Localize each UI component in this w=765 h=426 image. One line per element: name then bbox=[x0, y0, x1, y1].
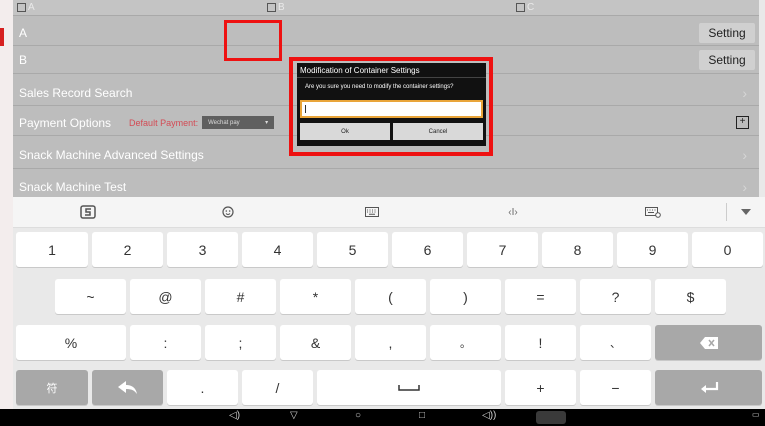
space-bar-icon bbox=[398, 384, 420, 391]
key-dollar[interactable]: $ bbox=[655, 279, 726, 314]
left-edge-strip bbox=[0, 0, 13, 426]
key-question[interactable]: ? bbox=[580, 279, 651, 314]
key-minus[interactable]: − bbox=[580, 370, 651, 405]
container-row-a: A Setting bbox=[13, 20, 759, 46]
key-at[interactable]: @ bbox=[130, 279, 201, 314]
sales-record-search-label: Sales Record Search bbox=[19, 86, 133, 100]
key-equals[interactable]: = bbox=[505, 279, 576, 314]
enter-arrow-icon bbox=[700, 381, 718, 393]
dialog-title: Modification of Container Settings bbox=[300, 66, 420, 75]
key-open-paren[interactable]: ( bbox=[355, 279, 426, 314]
dialog-divider bbox=[297, 77, 486, 78]
key-9[interactable]: 9 bbox=[617, 232, 688, 267]
volume-down-icon[interactable]: ◁) bbox=[229, 410, 240, 421]
expand-plus-icon[interactable]: + bbox=[736, 116, 749, 129]
key-3[interactable]: 3 bbox=[167, 232, 238, 267]
chevron-right-icon: › bbox=[742, 85, 747, 101]
key-asterisk[interactable]: * bbox=[280, 279, 351, 314]
screenshot-icon[interactable]: ▭ bbox=[752, 410, 760, 419]
checkbox-b-label: B bbox=[278, 2, 285, 13]
key-exclamation[interactable]: ! bbox=[505, 325, 576, 360]
undo-arrow-icon bbox=[117, 380, 137, 394]
hide-keyboard-icon[interactable] bbox=[731, 197, 761, 227]
key-0[interactable]: 0 bbox=[692, 232, 763, 267]
dialog-input-field[interactable] bbox=[300, 100, 483, 118]
key-tilde[interactable]: ~ bbox=[55, 279, 126, 314]
modify-container-dialog: Modification of Container Settings Are y… bbox=[297, 63, 486, 146]
backspace-icon bbox=[699, 336, 718, 349]
key-5[interactable]: 5 bbox=[317, 232, 388, 267]
keyboard-layout-icon[interactable] bbox=[357, 197, 387, 227]
hide-keyboard-nav-icon[interactable]: ▽ bbox=[290, 410, 298, 421]
default-payment-label: Default Payment: bbox=[129, 117, 199, 128]
keyboard-settings-icon[interactable] bbox=[638, 197, 668, 227]
text-caret bbox=[305, 105, 306, 113]
keyboard-toolbar: ‹I› bbox=[13, 197, 765, 228]
swype-logo-icon[interactable] bbox=[68, 197, 108, 227]
setting-button-b[interactable]: Setting bbox=[699, 50, 755, 70]
key-ampersand[interactable]: & bbox=[280, 325, 351, 360]
recents-icon[interactable]: □ bbox=[419, 410, 425, 421]
ok-button[interactable]: Ok bbox=[300, 123, 390, 140]
keyboard-switch-icon[interactable] bbox=[536, 411, 566, 424]
key-7[interactable]: 7 bbox=[467, 232, 538, 267]
key-2[interactable]: 2 bbox=[92, 232, 163, 267]
checkbox-b[interactable]: B bbox=[267, 2, 285, 13]
key-ideographic-period[interactable]: 。 bbox=[430, 325, 501, 360]
key-percent[interactable]: % bbox=[16, 325, 126, 360]
key-slash[interactable]: / bbox=[242, 370, 313, 405]
chevron-right-icon: › bbox=[742, 147, 747, 163]
cursor-move-icon[interactable]: ‹I› bbox=[498, 197, 528, 227]
key-close-paren[interactable]: ) bbox=[430, 279, 501, 314]
back-key[interactable] bbox=[92, 370, 163, 405]
red-highlight-box bbox=[224, 20, 282, 61]
system-navigation-bar: ◁) ▽ ○ □ ◁)) ▭ bbox=[0, 409, 765, 426]
dialog-message: Are you sure you need to modify the cont… bbox=[305, 84, 454, 90]
default-payment-select[interactable]: Wechat pay ▾ bbox=[202, 116, 275, 129]
advanced-settings-label: Snack Machine Advanced Settings bbox=[19, 148, 204, 162]
key-1[interactable]: 1 bbox=[16, 232, 88, 267]
backspace-key[interactable] bbox=[655, 325, 762, 360]
checkbox-c[interactable]: C bbox=[516, 2, 534, 13]
default-payment-value: Wechat pay bbox=[208, 119, 240, 126]
symbol-mode-key[interactable]: 符 bbox=[16, 370, 88, 405]
key-hash[interactable]: # bbox=[205, 279, 276, 314]
emoji-icon[interactable] bbox=[213, 197, 243, 227]
cancel-button[interactable]: Cancel bbox=[393, 123, 483, 140]
red-edge-mark bbox=[0, 28, 4, 46]
checkbox-c-label: C bbox=[527, 2, 535, 13]
home-icon[interactable]: ○ bbox=[355, 410, 361, 421]
toolbar-divider bbox=[726, 203, 727, 221]
snack-machine-test-row[interactable]: Snack Machine Test › bbox=[13, 175, 759, 197]
key-colon[interactable]: : bbox=[130, 325, 201, 360]
container-row-b-label: B bbox=[19, 53, 28, 67]
key-semicolon[interactable]: ; bbox=[205, 325, 276, 360]
container-row-a-label: A bbox=[19, 25, 28, 40]
enter-key[interactable] bbox=[655, 370, 762, 405]
chevron-right-icon: › bbox=[742, 178, 747, 195]
key-6[interactable]: 6 bbox=[392, 232, 463, 267]
soft-keyboard: ‹I› 1 2 3 4 5 6 7 8 9 0 ~ @ # * ( ) = ? … bbox=[13, 197, 765, 409]
key-ideographic-comma[interactable]: 、 bbox=[580, 325, 651, 360]
container-checkbox-row: A B C bbox=[13, 0, 759, 16]
key-plus[interactable]: + bbox=[505, 370, 576, 405]
key-8[interactable]: 8 bbox=[542, 232, 613, 267]
checkbox-a[interactable]: A bbox=[17, 2, 35, 13]
snack-machine-test-label: Snack Machine Test bbox=[19, 179, 127, 194]
checkbox-a-label: A bbox=[28, 2, 35, 13]
key-4[interactable]: 4 bbox=[242, 232, 313, 267]
volume-up-icon[interactable]: ◁)) bbox=[482, 410, 496, 421]
key-period[interactable]: . bbox=[167, 370, 238, 405]
payment-options-label: Payment Options bbox=[19, 115, 112, 130]
space-key[interactable] bbox=[317, 370, 501, 405]
dropdown-arrow-icon: ▾ bbox=[265, 120, 269, 126]
key-comma[interactable]: , bbox=[355, 325, 426, 360]
setting-button-a[interactable]: Setting bbox=[699, 23, 755, 43]
